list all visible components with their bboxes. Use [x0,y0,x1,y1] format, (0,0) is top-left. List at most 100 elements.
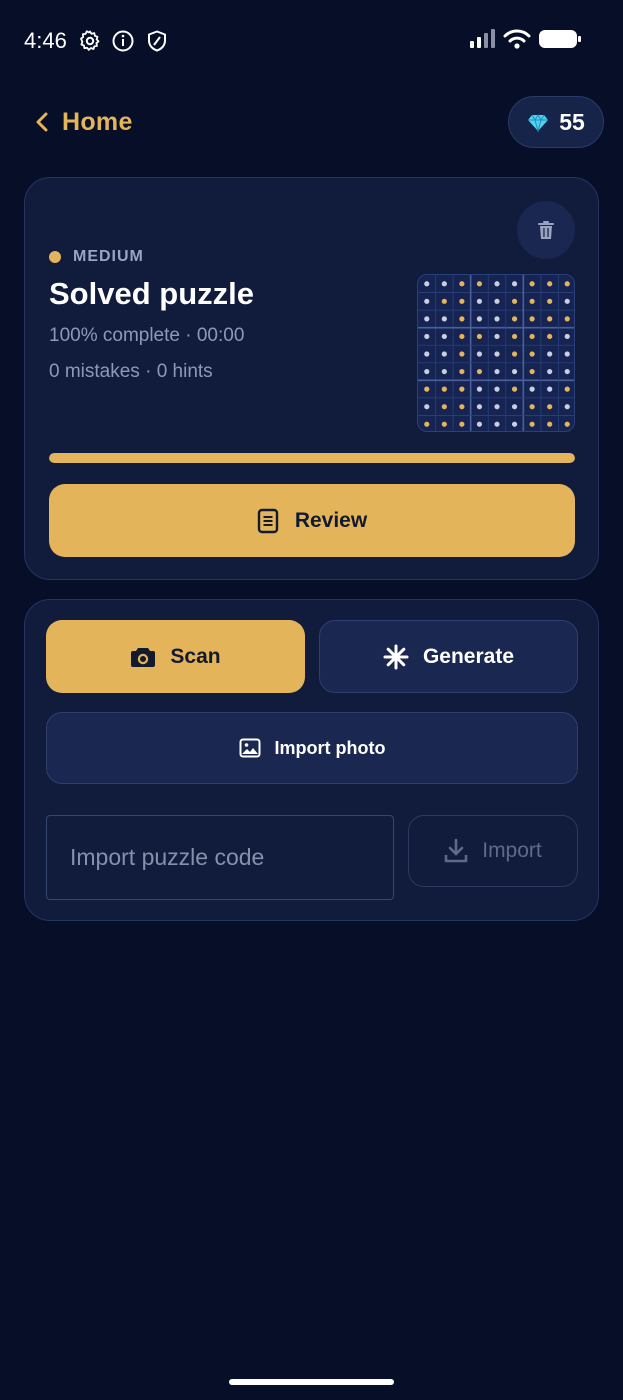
back-label: Home [62,107,133,136]
grid-cell-dot [424,421,430,427]
grid-cell-dot [476,333,483,340]
scan-button[interactable]: Scan [46,620,305,693]
puzzle-thumbnail-grid [418,275,574,431]
grid-cell-dot [564,368,570,375]
generate-label: Generate [422,644,515,668]
grid-cell-dot [529,298,535,304]
sparkle-icon [383,644,409,669]
grid-cell-dot [424,368,430,375]
document-icon [257,508,279,533]
grid-cell-dot [529,316,535,322]
chevron-left-icon [36,112,48,132]
grid-cell-dot [459,316,465,322]
home-indicator [229,1379,394,1385]
grid-cell-dot [459,404,465,410]
puzzle-code-input[interactable] [46,815,394,900]
grid-cell-dot [547,281,553,287]
grid-cell-dot [529,351,535,357]
grid-cell-dot [424,404,430,410]
grid-cell-dot [459,298,465,304]
grid-cell-dot [441,421,447,427]
grid-cell-dot [494,281,500,287]
generate-button[interactable]: Generate [319,620,578,693]
grid-cell-dot [547,333,553,340]
grid-cell-dot [441,298,447,304]
scan-label: Scan [170,644,221,668]
review-button[interactable]: Review [49,484,575,557]
grid-cell-dot [441,316,447,322]
difficulty-dot [49,251,61,263]
back-home-link[interactable]: Home [32,104,133,140]
grid-cell-dot [511,368,518,375]
review-label: Review [294,508,368,532]
puzzle-title: Solved puzzle [49,276,254,311]
grid-cell-dot [547,368,553,375]
camera-icon [131,647,156,667]
grid-cell-dot [564,421,570,427]
grid-cell-dot [459,386,465,392]
puzzle-mistakes-hints: 0 mistakes · 0 hints [49,361,213,382]
grid-cell-dot [494,368,500,375]
grid-cell-dot [529,368,535,375]
grid-cell-dot [424,316,430,322]
delete-puzzle-button[interactable] [517,201,575,259]
grid-cell-dot [476,298,483,304]
grid-cell-dot [424,298,430,304]
import-code-button[interactable]: Import [408,815,578,887]
info-icon [111,29,135,53]
settings-icon [78,29,102,53]
grid-cell-dot [529,386,535,392]
grid-cell-dot [494,351,500,357]
gem-icon [528,114,549,133]
grid-cell-dot [564,333,570,340]
difficulty-label: MEDIUM [73,248,144,265]
grid-cell-dot [511,386,518,392]
status-bar: 4:46 [0,0,623,80]
difficulty-badge: MEDIUM [49,248,144,266]
current-puzzle-card: MEDIUM Solved puzzle 100% complete · 00:… [24,177,599,580]
grid-cell-dot [511,316,518,322]
grid-cell-dot [511,404,518,410]
grid-cell-dot [424,333,430,340]
grid-cell-dot [511,421,518,427]
grid-cell-dot [459,351,465,357]
grid-cell-dot [494,333,500,340]
puzzle-progress-stats: 100% complete · 00:00 [49,325,245,346]
grid-cell-dot [476,316,483,322]
grid-cell-dot [547,316,553,322]
import-photo-label: Import photo [274,737,386,758]
grid-cell-dot [424,281,430,287]
grid-cell-dot [529,281,535,287]
signal-icon [469,28,497,55]
grid-cell-dot [494,404,500,410]
grid-cell-dot [476,281,483,287]
grid-cell-dot [564,316,570,322]
progress-bar [49,453,575,463]
grid-cell-dot [459,281,465,287]
grid-cell-dot [564,404,570,410]
download-icon [444,838,468,863]
grid-cell-dot [424,386,430,392]
grid-cell-dot [424,351,430,357]
import-photo-button[interactable]: Import photo [46,712,578,784]
puzzle-thumbnail[interactable] [417,274,575,432]
grid-cell-dot [564,351,570,357]
grid-cell-dot [494,298,500,304]
grid-cell-dot [547,404,553,410]
trash-icon [538,221,554,239]
grid-cell-dot [564,386,570,392]
gems-balance[interactable]: 55 [508,96,604,148]
grid-cell-dot [564,281,570,287]
wifi-icon [503,28,531,55]
grid-cell-dot [459,421,465,427]
new-puzzle-card: Scan Generate Import photo Import [24,599,599,921]
grid-cell-dot [494,316,500,322]
gems-count: 55 [559,108,585,135]
grid-cell-dot [547,421,553,427]
import-label: Import [482,839,542,862]
grid-cell-dot [547,386,553,392]
grid-cell-dot [529,333,535,340]
grid-cell-dot [441,333,447,340]
grid-cell-dot [459,368,465,375]
grid-cell-dot [476,351,483,357]
